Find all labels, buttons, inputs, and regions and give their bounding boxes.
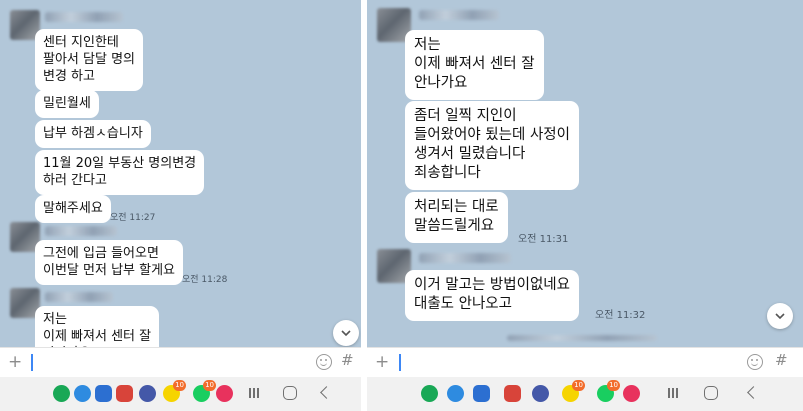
notification-badge: 10 [572,380,585,391]
home-icon[interactable] [704,386,718,400]
messages-icon[interactable] [473,385,490,402]
chevron-down-icon [341,330,351,337]
scroll-to-bottom-button[interactable] [767,303,793,329]
apps-grid-icon[interactable] [139,385,156,402]
sender-name-blurred [419,10,499,20]
back-icon[interactable] [747,386,760,399]
message-input[interactable] [31,354,33,371]
message-input[interactable] [399,354,401,371]
browser-icon[interactable] [447,385,464,402]
free-icon[interactable] [623,385,640,402]
home-icon[interactable] [283,386,297,400]
message-time: 오전 11:28 [182,275,228,285]
message-time: 오전 11:27 [110,213,156,223]
message-bubble: 저는 이제 빠져서 센터 잘 안나가요 [405,30,544,100]
naver-icon[interactable]: 10 [597,380,620,402]
sender-name-blurred [45,226,117,236]
back-icon[interactable] [320,386,333,399]
sender-name-blurred [45,292,113,302]
message-composer: + # [0,347,361,377]
naver-icon[interactable]: 10 [193,380,216,402]
notification-badge: 10 [203,380,216,391]
message-bubble: 밀린월세 [35,90,99,118]
plus-icon[interactable]: + [8,353,22,371]
browser-icon[interactable] [74,385,91,402]
message-bubble: 센터 지인한테 팔아서 담달 명의 변경 하고 [35,29,143,91]
apps-grid-icon[interactable] [532,385,549,402]
mail-icon[interactable] [116,385,133,402]
chat-area[interactable]: 저는 이제 빠져서 센터 잘 안나가요 좀더 일찍 지인이 들어왔어야 됬는데 … [367,0,803,347]
android-taskbar: 10 10 [367,377,803,411]
hash-icon[interactable]: # [341,351,354,369]
hash-icon[interactable]: # [775,351,788,369]
android-taskbar: 10 10 [0,377,361,411]
notification-badge: 10 [607,380,620,391]
plus-icon[interactable]: + [375,353,389,371]
sender-name-blurred [45,12,123,22]
message-bubble: 그전에 입금 들어오면 이번달 먼저 납부 할게요 [35,240,183,285]
message-bubble: 납부 하겜ㅅ습니자 [35,120,151,148]
message-bubble: 저는 이제 빠져서 센터 잘 안나가요 [35,306,160,347]
message-bubble: 말해주세요 [35,195,111,223]
message-time: 오전 11:31 [518,234,569,245]
free-icon[interactable] [216,385,233,402]
message-time: 오전 11:32 [595,310,646,321]
kakaotalk-icon[interactable]: 10 [163,380,186,402]
message-bubble: 이거 말고는 방법이없네요 대출도 안나오고 [405,270,579,321]
notification-badge: 10 [173,380,186,391]
emoji-icon[interactable] [747,354,763,370]
kakaotalk-icon[interactable]: 10 [562,380,585,402]
emoji-icon[interactable] [316,354,332,370]
message-bubble: 좀더 일찍 지인이 들어왔어야 됬는데 사정이 생겨서 밀렸습니다 죄송합니다 [405,101,579,190]
sender-name-blurred [419,253,511,263]
chat-area[interactable]: 센터 지인한테 팔아서 담달 명의 변경 하고 밀린월세 납부 하겜ㅅ습니자 1… [0,0,361,347]
chevron-down-icon [775,313,785,320]
mail-icon[interactable] [504,385,521,402]
left-chat-panel: 센터 지인한테 팔아서 담달 명의 변경 하고 밀린월세 납부 하겜ㅅ습니자 1… [0,0,361,411]
recent-apps-icon[interactable] [248,387,260,399]
partial-message-blurred [507,335,657,341]
recent-apps-icon[interactable] [667,387,679,399]
scroll-to-bottom-button[interactable] [333,320,359,346]
messages-icon[interactable] [95,385,112,402]
c-app-icon[interactable] [421,385,438,402]
c-app-icon[interactable] [53,385,70,402]
message-composer: + # [367,347,803,377]
message-bubble: 11월 20일 부동산 명의변경 하러 간다고 [35,150,205,195]
right-chat-panel: 저는 이제 빠져서 센터 잘 안나가요 좀더 일찍 지인이 들어왔어야 됬는데 … [367,0,803,411]
message-bubble: 처리되는 대로 말씀드릴게요 [405,192,508,243]
